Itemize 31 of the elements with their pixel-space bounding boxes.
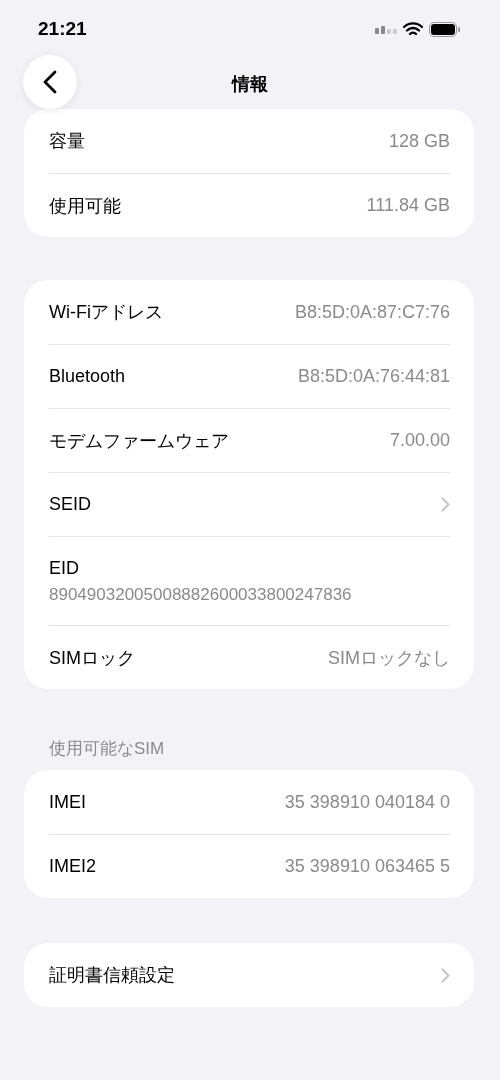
- battery-icon: [429, 21, 460, 37]
- row-value: 128 GB: [388, 130, 450, 152]
- row-label: 証明書信頼設定: [49, 964, 175, 987]
- row-value: 89049032005008882600033800247836: [49, 584, 352, 605]
- row-value: 35 398910 063465 5: [284, 856, 450, 877]
- row-label: Bluetooth: [49, 366, 126, 387]
- row-value: 35 398910 040184 0: [284, 791, 450, 813]
- list-row[interactable]: SEID: [49, 472, 450, 536]
- status-time: 21:21: [38, 18, 87, 40]
- nav-title: 情報: [232, 72, 268, 96]
- list-row[interactable]: 証明書信頼設定: [49, 943, 450, 1007]
- row-label: IMEI2: [49, 856, 96, 877]
- back-icon: [43, 69, 57, 94]
- row-value: SIMロックなし: [328, 646, 450, 670]
- chevron-icon: [441, 967, 450, 983]
- row-label: 使用可能: [49, 194, 121, 218]
- row-label: SIMロック: [49, 646, 135, 670]
- row-value: 7.00.00: [389, 430, 450, 451]
- row-value: B8:5D:0A:76:44:81: [297, 366, 450, 387]
- wifi-icon: [403, 21, 423, 37]
- row-label: EID: [49, 557, 79, 579]
- row-label: 容量: [49, 130, 85, 153]
- signal-icon: [375, 24, 397, 34]
- chevron-icon: [441, 497, 450, 512]
- row-label: IMEI: [49, 791, 86, 813]
- row-label: SEID: [49, 494, 91, 515]
- row-value: 111.84 GB: [366, 195, 450, 216]
- section-header: 使用可能なSIM: [48, 738, 166, 760]
- row-value: B8:5D:0A:87:C7:76: [294, 301, 450, 323]
- row-label: Wi-Fiアドレス: [49, 301, 163, 324]
- row-label: モデムファームウェア: [49, 429, 229, 453]
